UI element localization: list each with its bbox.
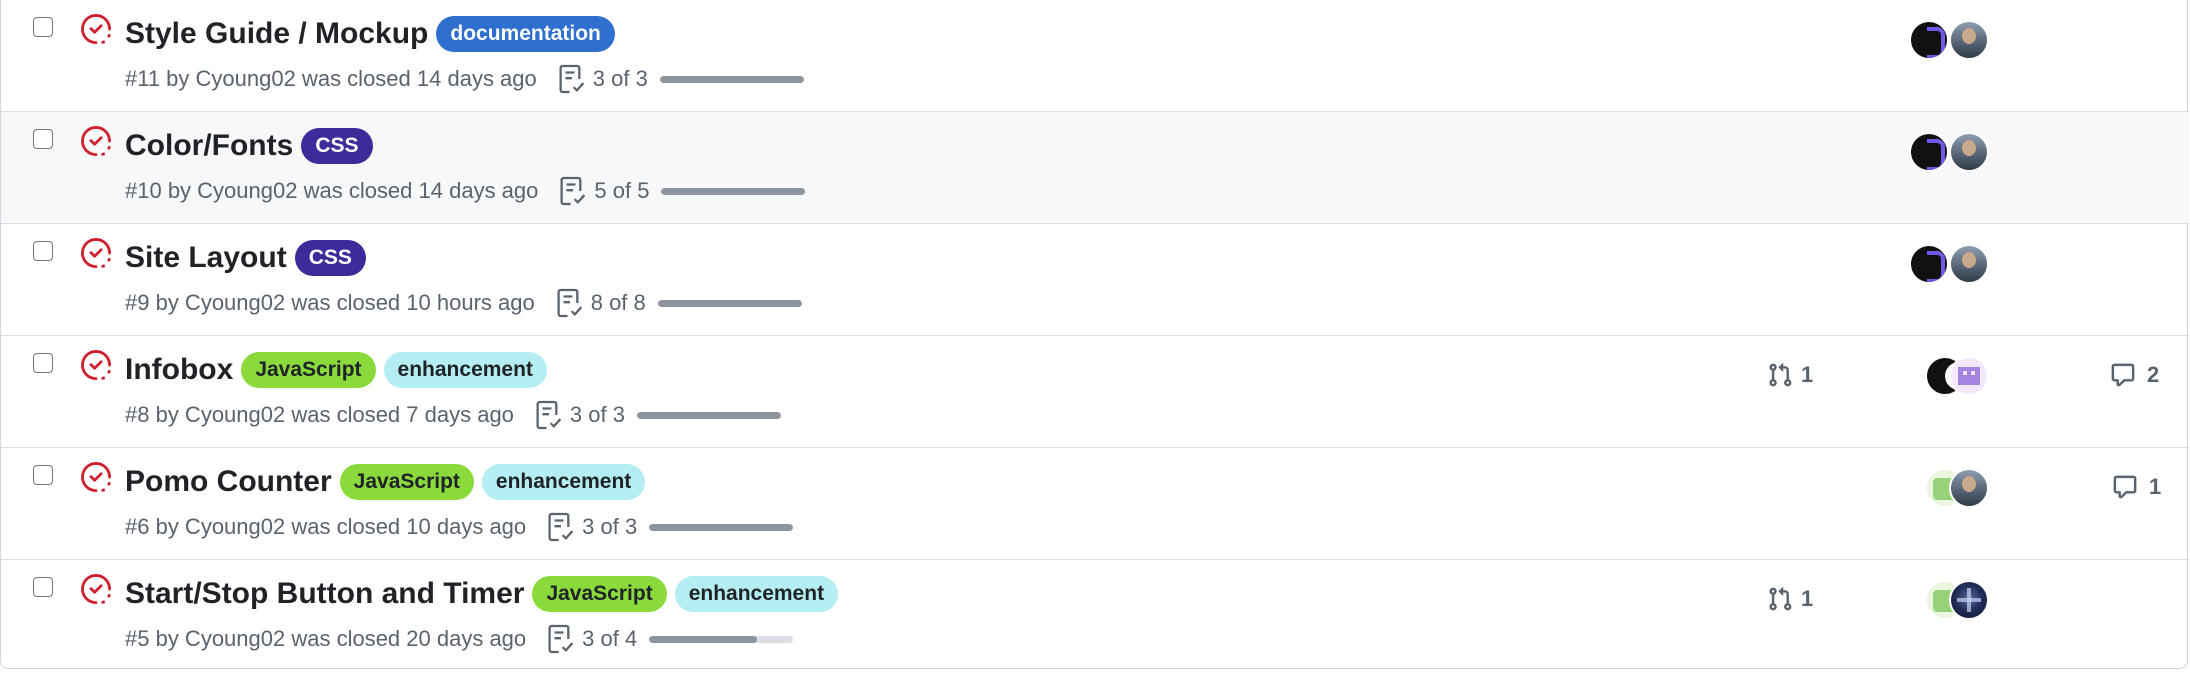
comments[interactable]: 1: [2111, 474, 2161, 500]
issue-meta: #6 by Cyoung02 was closed 10 days ago: [125, 514, 527, 539]
task-progress: 3 of 3: [559, 64, 804, 94]
linked-pr-count: 1: [1801, 586, 1814, 611]
issue-closed-icon: [81, 574, 111, 604]
tasklist-icon: [560, 176, 586, 206]
issue-title[interactable]: Color/Fonts: [125, 129, 293, 163]
task-count: 3 of 4: [582, 626, 638, 651]
comment-icon: [2113, 475, 2137, 499]
select-checkbox[interactable]: [33, 241, 53, 261]
tasklist-icon: [536, 400, 562, 430]
avatar[interactable]: [1949, 20, 1989, 60]
select-checkbox[interactable]: [33, 129, 53, 149]
task-progress-fill: [649, 635, 758, 643]
task-progress: 3 of 3: [536, 400, 781, 430]
issue-row[interactable]: Style Guide / Mockup documentation #11 b…: [1, 0, 2189, 112]
issue-closed-icon: [81, 350, 111, 380]
task-progress-bar: [659, 75, 804, 83]
issue-row[interactable]: Infobox JavaScript enhancement #8 by Cyo…: [1, 336, 2189, 448]
task-count: 3 of 3: [569, 402, 625, 427]
avatar[interactable]: [1949, 468, 1989, 508]
task-progress: 3 of 4: [548, 624, 794, 654]
comment-icon: [2111, 363, 2135, 387]
issue-meta: #8 by Cyoung02 was closed 7 days ago: [125, 402, 514, 427]
task-count: 3 of 3: [582, 514, 638, 539]
task-progress-fill: [657, 299, 802, 307]
task-count: 5 of 5: [594, 178, 650, 203]
linked-pull-requests[interactable]: 1: [1767, 362, 1813, 388]
avatar[interactable]: [1949, 244, 1989, 284]
issue-title[interactable]: Pomo Counter: [125, 465, 332, 499]
avatar[interactable]: [1909, 20, 1949, 60]
comment-count: 2: [2147, 362, 2160, 387]
task-progress-fill: [661, 187, 806, 195]
issue-closed-icon: [81, 126, 111, 156]
task-count: 3 of 3: [592, 66, 648, 91]
task-progress-bar: [657, 299, 802, 307]
label-javascript[interactable]: JavaScript: [339, 464, 474, 500]
label-javascript[interactable]: JavaScript: [241, 352, 376, 388]
tasklist-icon: [557, 288, 582, 318]
task-progress-bar: [661, 187, 806, 195]
issue-closed-icon: [81, 238, 111, 268]
tasklist-icon: [548, 512, 574, 542]
avatar[interactable]: [1949, 580, 1989, 620]
task-progress-fill: [636, 411, 781, 419]
task-progress: 5 of 5: [560, 176, 806, 206]
comment-count: 1: [2149, 474, 2162, 499]
avatar[interactable]: [1909, 132, 1949, 172]
task-progress-fill: [659, 75, 804, 83]
label-css[interactable]: CSS: [301, 128, 373, 164]
select-checkbox[interactable]: [33, 577, 53, 597]
issue-meta: #10 by Cyoung02 was closed 14 days ago: [125, 178, 539, 203]
label-enhancement[interactable]: enhancement: [481, 464, 646, 500]
issue-title[interactable]: Site Layout: [125, 241, 287, 275]
issue-row[interactable]: Start/Stop Button and Timer JavaScript e…: [1, 560, 2189, 672]
label-documentation[interactable]: documentation: [436, 16, 615, 52]
issue-title[interactable]: Infobox: [125, 353, 233, 387]
issue-row[interactable]: Site Layout CSS #9 by Cyoung02 was close…: [1, 224, 2189, 336]
label-javascript[interactable]: JavaScript: [532, 576, 667, 612]
label-css[interactable]: CSS: [294, 240, 366, 276]
pull-request-icon: [1769, 362, 1792, 387]
select-checkbox[interactable]: [33, 17, 53, 37]
label-enhancement[interactable]: enhancement: [383, 352, 547, 388]
comments[interactable]: 2: [2109, 362, 2159, 388]
linked-pr-count: 1: [1801, 362, 1814, 387]
issue-meta: #11 by Cyoung02 was closed 14 days ago: [125, 66, 537, 91]
issue-closed-icon: [81, 14, 111, 44]
issue-list: Style Guide / Mockup documentation #11 b…: [0, 0, 2189, 672]
select-checkbox[interactable]: [33, 465, 53, 485]
select-checkbox[interactable]: [33, 353, 53, 373]
tasklist-icon: [559, 64, 584, 94]
issue-meta: #9 by Cyoung02 was closed 10 hours ago: [125, 290, 535, 315]
issue-row[interactable]: Pomo Counter JavaScript enhancement #6 b…: [1, 448, 2189, 560]
task-progress-bar: [636, 411, 781, 419]
issue-meta: #5 by Cyoung02 was closed 20 days ago: [125, 626, 527, 651]
task-count: 8 of 8: [590, 290, 646, 315]
tasklist-icon: [548, 624, 574, 654]
issue-closed-icon: [81, 462, 111, 492]
pull-request-icon: [1769, 586, 1792, 611]
task-progress: 3 of 3: [548, 512, 794, 542]
issue-row[interactable]: Color/Fonts CSS #10 by Cyoung02 was clos…: [1, 112, 2189, 224]
avatar[interactable]: [1909, 244, 1949, 284]
task-progress: 8 of 8: [557, 288, 802, 318]
avatar[interactable]: [1949, 132, 1989, 172]
task-progress-bar: [649, 523, 794, 531]
task-progress-fill: [649, 523, 794, 531]
avatar[interactable]: [1949, 356, 1989, 396]
linked-pull-requests[interactable]: 1: [1767, 586, 1813, 612]
label-enhancement[interactable]: enhancement: [674, 576, 839, 612]
issue-title[interactable]: Start/Stop Button and Timer: [125, 577, 524, 611]
task-progress-bar: [649, 635, 794, 643]
issue-title[interactable]: Style Guide / Mockup: [125, 17, 428, 51]
